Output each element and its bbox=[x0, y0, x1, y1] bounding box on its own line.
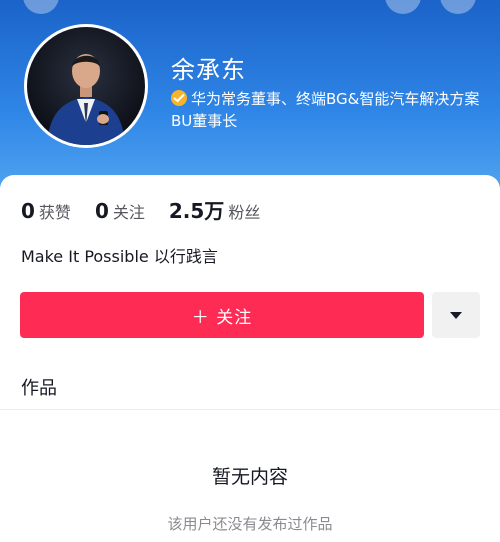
stat-followers[interactable]: 2.5万 粉丝 bbox=[169, 195, 260, 224]
empty-state-title: 暂无内容 bbox=[211, 466, 288, 488]
stat-following[interactable]: 0 关注 bbox=[95, 199, 145, 223]
avatar[interactable] bbox=[24, 24, 148, 148]
verified-icon bbox=[171, 90, 187, 106]
profile-name: 余承东 bbox=[171, 56, 246, 84]
likes-count: 0 bbox=[21, 199, 35, 223]
followers-count: 2.5万 bbox=[168, 199, 225, 223]
tab-divider bbox=[0, 409, 500, 410]
profile-bio: Make It Possible 以行践言 bbox=[21, 247, 218, 266]
stat-likes[interactable]: 0 获赞 bbox=[21, 199, 71, 223]
empty-state-description: 该用户还没有发布过作品 bbox=[167, 515, 333, 533]
following-label: 关注 bbox=[112, 203, 145, 222]
verification-info: 华为常务董事、终端BG&智能汽车解决方案BU董事长 bbox=[171, 88, 481, 132]
followers-label: 粉丝 bbox=[228, 203, 261, 222]
recommend-dropdown-button[interactable] bbox=[432, 292, 480, 338]
likes-label: 获赞 bbox=[38, 203, 71, 222]
tab-works[interactable]: 作品 bbox=[21, 374, 57, 400]
following-count: 0 bbox=[94, 199, 109, 223]
avatar-image bbox=[27, 27, 145, 145]
verification-text: 华为常务董事、终端BG&智能汽车解决方案BU董事长 bbox=[171, 90, 480, 130]
caret-down-icon bbox=[450, 311, 462, 319]
profile-stats: 0 获赞 0 关注 2.5万 粉丝 bbox=[21, 195, 284, 224]
follow-button[interactable]: ＋ 关注 bbox=[20, 292, 424, 338]
